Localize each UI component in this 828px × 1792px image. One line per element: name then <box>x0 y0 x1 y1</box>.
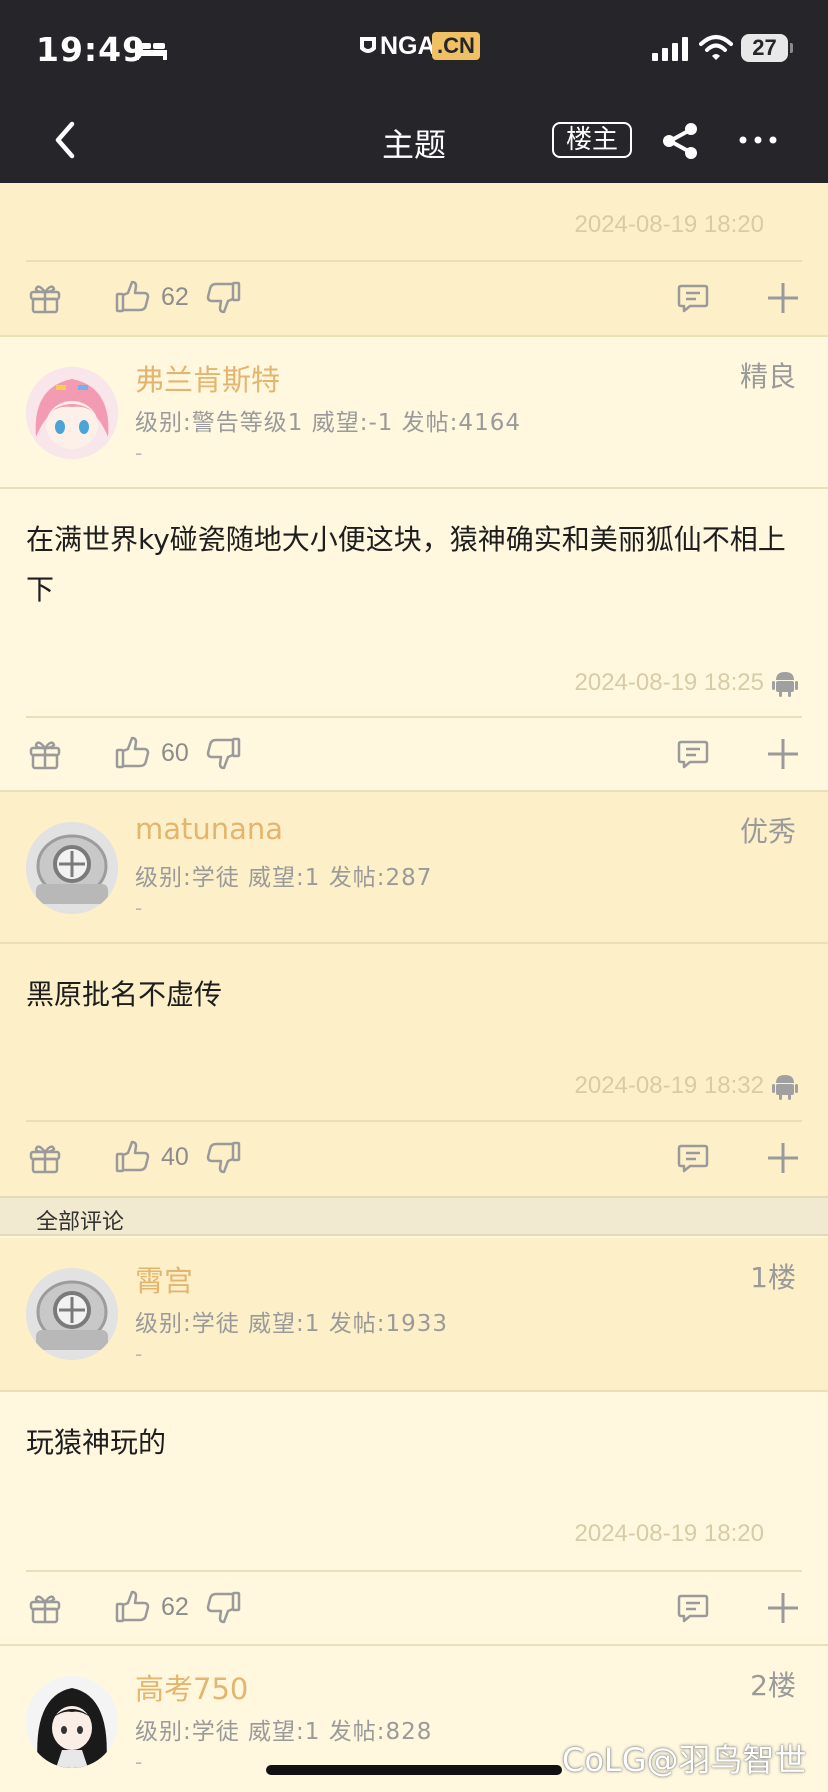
thumbs-up-icon[interactable] <box>114 735 150 771</box>
user-stats: 级别:学徒 威望:1 发帖:1933 <box>135 1311 449 1337</box>
user-signature: - <box>135 441 143 465</box>
quality-badge: 精良 <box>739 360 796 393</box>
post-header: matunana 级别:学徒 威望:1 发帖:287 - 优秀 <box>0 792 828 942</box>
user-signature: - <box>135 1342 143 1366</box>
floor-number: 2楼 <box>750 1669 796 1702</box>
floor-number: 1楼 <box>750 1261 796 1294</box>
like-count: 60 <box>161 739 189 767</box>
avatar[interactable] <box>26 1268 118 1360</box>
post-action-bar: 62 <box>0 261 828 337</box>
logo-text: NGA <box>380 32 436 60</box>
reply-header: 霄宫 级别:学徒 威望:1 发帖:1933 - 1楼 <box>0 1238 828 1390</box>
battery-level: 27 <box>741 34 788 62</box>
top-bar: 19:49 NGA .CN 27 主题 楼主 <box>0 0 828 183</box>
share-icon[interactable] <box>660 122 700 160</box>
post-timestamp: 2024-08-19 18:20 <box>574 211 765 238</box>
reply-timestamp: 2024-08-19 18:20 <box>574 1520 765 1547</box>
comment-icon[interactable] <box>676 737 710 771</box>
thumbs-down-icon[interactable] <box>206 279 242 315</box>
post-header: 弗兰肯斯特 级别:警告等级1 威望:-1 发帖:4164 - 精良 <box>0 337 828 487</box>
dark-hair-girl-avatar-icon <box>26 1676 118 1768</box>
post-body: 在满世界ky碰瓷随地大小便这块，猿神确实和美丽狐仙不相上下 2024-08-19… <box>0 489 828 791</box>
avatar[interactable] <box>26 822 118 914</box>
anime-girl-avatar-icon <box>26 367 118 459</box>
post-timestamp: 2024-08-19 18:25 <box>574 669 765 696</box>
battery-nub <box>790 43 793 53</box>
reply-body: 玩猿神玩的 2024-08-19 18:20 62 <box>0 1392 828 1644</box>
comment-icon[interactable] <box>676 1141 710 1175</box>
nga-logo-icon <box>360 37 376 53</box>
thumbs-up-icon[interactable] <box>114 1589 150 1625</box>
logo-tld: .CN <box>432 32 480 60</box>
post-action-bar: 40 <box>0 1121 828 1197</box>
user-stats: 级别:警告等级1 威望:-1 发帖:4164 <box>135 410 521 436</box>
gift-icon[interactable] <box>28 281 62 315</box>
post-body: 黑原批名不虚传 2024-08-19 18:32 40 <box>0 944 828 1196</box>
like-count: 62 <box>161 283 189 311</box>
diving-helmet-avatar-icon <box>26 822 118 914</box>
cellular-signal-icon <box>652 37 688 61</box>
username[interactable]: 霄宫 <box>135 1258 193 1300</box>
user-stats: 级别:学徒 威望:1 发帖:287 <box>135 865 433 891</box>
post-action-bar: 60 <box>0 717 828 793</box>
user-row[interactable]: 霄宫 级别:学徒 威望:1 发帖:1933 - 1楼 <box>0 1238 828 1388</box>
post-content: 黑原批名不虚传 <box>26 978 223 1011</box>
thumbs-down-icon[interactable] <box>206 1139 242 1175</box>
username[interactable]: 弗兰肯斯特 <box>135 357 280 399</box>
section-label-text: 全部评论 <box>36 1210 125 1235</box>
user-signature: - <box>135 896 143 920</box>
thumbs-down-icon[interactable] <box>206 1589 242 1625</box>
avatar[interactable] <box>26 367 118 459</box>
user-row[interactable]: 弗兰肯斯特 级别:警告等级1 威望:-1 发帖:4164 - 精良 <box>0 337 828 487</box>
like-count: 62 <box>161 1593 189 1621</box>
thumbs-up-icon[interactable] <box>114 1139 150 1175</box>
like-count: 40 <box>161 1143 189 1171</box>
page-title: 主题 <box>381 126 446 164</box>
username[interactable]: 高考750 <box>135 1666 248 1708</box>
android-icon <box>772 1075 798 1100</box>
home-indicator[interactable] <box>266 1765 562 1775</box>
gift-icon[interactable] <box>28 1141 62 1175</box>
comment-icon[interactable] <box>676 1591 710 1625</box>
post-partial: 2024-08-19 18:20 62 <box>0 183 828 337</box>
gift-icon[interactable] <box>28 1591 62 1625</box>
diving-helmet-avatar-icon <box>26 1268 118 1360</box>
plus-icon[interactable] <box>766 737 800 771</box>
gift-icon[interactable] <box>28 737 62 771</box>
user-row[interactable]: matunana 级别:学徒 威望:1 发帖:287 - 优秀 <box>0 792 828 942</box>
post-timestamp: 2024-08-19 18:32 <box>574 1072 765 1099</box>
comment-icon[interactable] <box>676 281 710 315</box>
thumbs-down-icon[interactable] <box>206 735 242 771</box>
sleep-bed-icon <box>135 40 167 60</box>
plus-icon[interactable] <box>766 1591 800 1625</box>
thumbs-up-icon[interactable] <box>114 279 150 315</box>
nga-logo: NGA .CN <box>358 32 480 62</box>
avatar[interactable] <box>26 1676 118 1768</box>
android-icon <box>772 672 798 697</box>
status-time: 19:49 <box>36 30 147 69</box>
plus-icon[interactable] <box>766 1141 800 1175</box>
post-content: 在满世界ky碰瓷随地大小便这块，猿神确实和美丽狐仙不相上下 <box>26 523 786 606</box>
more-options-icon[interactable] <box>738 130 778 150</box>
user-stats: 级别:学徒 威望:1 发帖:828 <box>135 1719 433 1745</box>
wifi-icon <box>699 35 733 60</box>
reply-action-bar: 62 <box>0 1571 828 1647</box>
op-only-button[interactable]: 楼主 <box>552 122 632 158</box>
battery-indicator: 27 <box>741 34 793 62</box>
reply-content: 玩猿神玩的 <box>26 1426 167 1459</box>
watermark: CoLG@羽鸟智世 <box>562 1741 807 1779</box>
plus-icon[interactable] <box>766 281 800 315</box>
username[interactable]: matunana <box>135 812 283 846</box>
user-signature: - <box>135 1750 143 1774</box>
all-comments-header: 全部评论 <box>0 1196 828 1236</box>
quality-badge: 优秀 <box>739 815 796 848</box>
